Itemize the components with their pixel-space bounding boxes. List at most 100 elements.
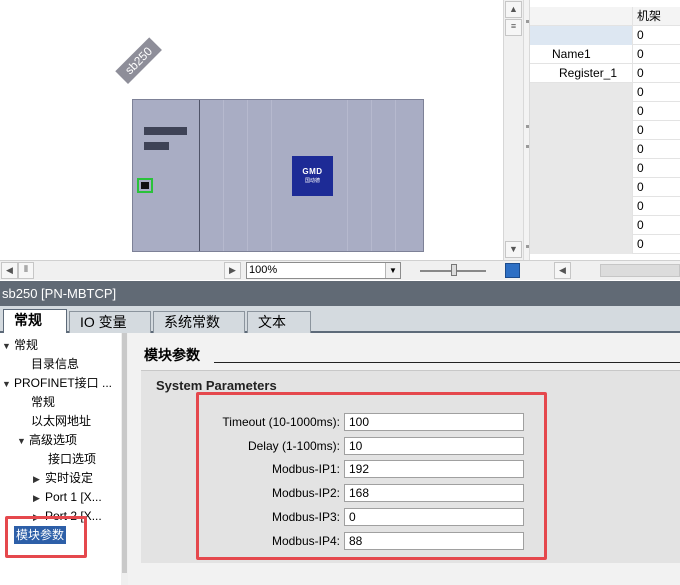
- table-cell-rack: 0: [632, 197, 680, 216]
- nav-ethernet-address[interactable]: 以太网地址: [31, 412, 91, 431]
- table-row[interactable]: 0: [530, 216, 680, 235]
- table-cell-name: [530, 102, 632, 121]
- pane-splitter[interactable]: [523, 0, 530, 260]
- table-cell-rack: 0: [632, 64, 680, 83]
- modbus-ip1-input[interactable]: [344, 460, 524, 478]
- nav-profinet-interface[interactable]: ▼ PROFINET接口 ...: [2, 374, 112, 393]
- modbus-ip3-label: Modbus-IP3:: [271, 510, 340, 524]
- section-divider: [214, 362, 680, 363]
- table-row[interactable]: 0: [530, 235, 680, 254]
- scroll-split-icon[interactable]: ≡: [505, 19, 522, 36]
- splitter-grip-icon: [526, 20, 529, 23]
- table-cell-name: [530, 121, 632, 140]
- system-parameters-panel: System Parameters Timeout (10-1000ms): D…: [141, 370, 680, 563]
- table-row[interactable]: 0: [530, 26, 680, 45]
- nav-interface-options[interactable]: 接口选项: [48, 450, 96, 469]
- collapsed-triangle-icon[interactable]: ▶: [33, 489, 45, 508]
- nav-general[interactable]: ▼ 常规: [2, 336, 38, 355]
- tab-texts[interactable]: 文本: [247, 311, 311, 333]
- tab-general[interactable]: 常规: [3, 309, 67, 335]
- device-name-tag[interactable]: sb250: [115, 37, 162, 84]
- collapsed-triangle-icon[interactable]: ▶: [33, 470, 45, 489]
- module-rib: [223, 100, 224, 251]
- table-horizontal-scroll-thumb[interactable]: [600, 264, 680, 277]
- module-rib: [347, 100, 348, 251]
- table-row[interactable]: Name1 0: [530, 45, 680, 64]
- device-view-vertical-scrollbar[interactable]: ▲ ≡ ▼: [503, 0, 523, 260]
- modbus-ip4-label: Modbus-IP4:: [271, 534, 340, 548]
- zoom-select[interactable]: 100% ▼: [246, 262, 401, 279]
- logo-text: GMD: [302, 167, 323, 176]
- parameter-content-pane: 模块参数 System Parameters Timeout (10-1000m…: [128, 333, 680, 585]
- table-row[interactable]: 0: [530, 178, 680, 197]
- expanded-triangle-icon[interactable]: ▼: [2, 337, 14, 356]
- status-bar-1: [144, 127, 187, 135]
- table-cell-rack: 0: [632, 102, 680, 121]
- nav-label: PROFINET接口 ...: [14, 376, 113, 390]
- table-row[interactable]: Register_1 0: [530, 64, 680, 83]
- expanded-triangle-icon[interactable]: ▼: [2, 375, 14, 394]
- table-cell-rack: 0: [632, 26, 680, 45]
- table-cell-rack: 0: [632, 140, 680, 159]
- overview-navigation-icon[interactable]: [505, 263, 520, 278]
- module-rib: [271, 100, 272, 251]
- table-row[interactable]: 0: [530, 159, 680, 178]
- nav-advanced-options[interactable]: ▼ 高级选项: [17, 431, 77, 450]
- scroll-right-icon[interactable]: ▶: [224, 262, 241, 279]
- tab-system-constants[interactable]: 系统常数: [153, 311, 245, 333]
- chevron-down-icon[interactable]: ▼: [385, 263, 400, 278]
- nav-module-parameters[interactable]: 模块参数: [14, 526, 67, 544]
- table-cell-name: [530, 140, 632, 159]
- modbus-ip3-input[interactable]: [344, 508, 524, 526]
- nav-pn-general[interactable]: 常规: [31, 393, 55, 412]
- nav-label: 实时设定: [45, 471, 94, 485]
- nav-catalog-info[interactable]: 目录信息: [31, 355, 79, 374]
- gmd-logo: GMD 国动德: [292, 156, 333, 196]
- table-row[interactable]: 0: [530, 197, 680, 216]
- modbus-ip2-label: Modbus-IP2:: [271, 486, 340, 500]
- nav-realtime-settings[interactable]: ▶ 实时设定: [33, 469, 93, 488]
- table-header-row: 机架: [530, 7, 680, 26]
- logo-subtext: 国动德: [304, 178, 320, 184]
- table-cell-name: Name1: [552, 47, 591, 61]
- table-cell-name: [530, 26, 632, 45]
- scroll-left-icon[interactable]: ◀: [1, 262, 18, 279]
- table-row[interactable]: 0: [530, 121, 680, 140]
- table-cell-name: [530, 197, 632, 216]
- table-row[interactable]: 0: [530, 83, 680, 102]
- table-cell-rack: 0: [632, 121, 680, 140]
- table-cell-name: [530, 83, 632, 102]
- tab-io-tags[interactable]: IO 变量: [69, 311, 151, 333]
- device-overview-table[interactable]: 机架 0 Name1 0 Register_1 0 0 0 0 0 0 0 0: [530, 0, 680, 260]
- device-module[interactable]: GMD 国动德: [132, 99, 424, 252]
- nav-port-2[interactable]: ▶ Port 2 [X...: [33, 507, 102, 526]
- nav-port-1[interactable]: ▶ Port 1 [X...: [33, 488, 102, 507]
- scroll-up-icon[interactable]: ▲: [505, 1, 522, 18]
- modbus-ip2-input[interactable]: [344, 484, 524, 502]
- table-row[interactable]: 0: [530, 102, 680, 121]
- scroll-split-icon[interactable]: ⦀: [18, 262, 34, 279]
- nav-label: Port 1 [X...: [45, 490, 102, 504]
- zoom-slider-thumb[interactable]: [451, 264, 457, 276]
- nav-tree-scrollbar[interactable]: [121, 333, 128, 585]
- section-title: 模块参数: [144, 347, 200, 363]
- modbus-ip4-input[interactable]: [344, 532, 524, 550]
- module-head[interactable]: [133, 100, 200, 251]
- modbus-ip1-label: Modbus-IP1:: [271, 462, 340, 476]
- nav-label: 高级选项: [29, 433, 78, 447]
- table-header-rack: 机架: [632, 7, 680, 26]
- table-row[interactable]: 0: [530, 140, 680, 159]
- table-cell-name: [530, 178, 632, 197]
- nav-scroll-thumb[interactable]: [122, 333, 127, 573]
- view-toolbar: ◀ ⦀ ▶ 100% ▼ ◀: [0, 260, 680, 280]
- device-view-canvas[interactable]: sb250 GMD 国动德: [0, 0, 503, 260]
- scroll-down-icon[interactable]: ▼: [505, 241, 522, 258]
- status-bar-2: [144, 142, 169, 150]
- table-cell-rack: 0: [632, 45, 680, 64]
- table-scroll-left-icon[interactable]: ◀: [554, 262, 571, 279]
- delay-input[interactable]: [344, 437, 524, 455]
- expanded-triangle-icon[interactable]: ▼: [17, 432, 29, 451]
- collapsed-triangle-icon[interactable]: ▶: [33, 508, 45, 527]
- timeout-input[interactable]: [344, 413, 524, 431]
- ethernet-port-icon[interactable]: [137, 178, 153, 193]
